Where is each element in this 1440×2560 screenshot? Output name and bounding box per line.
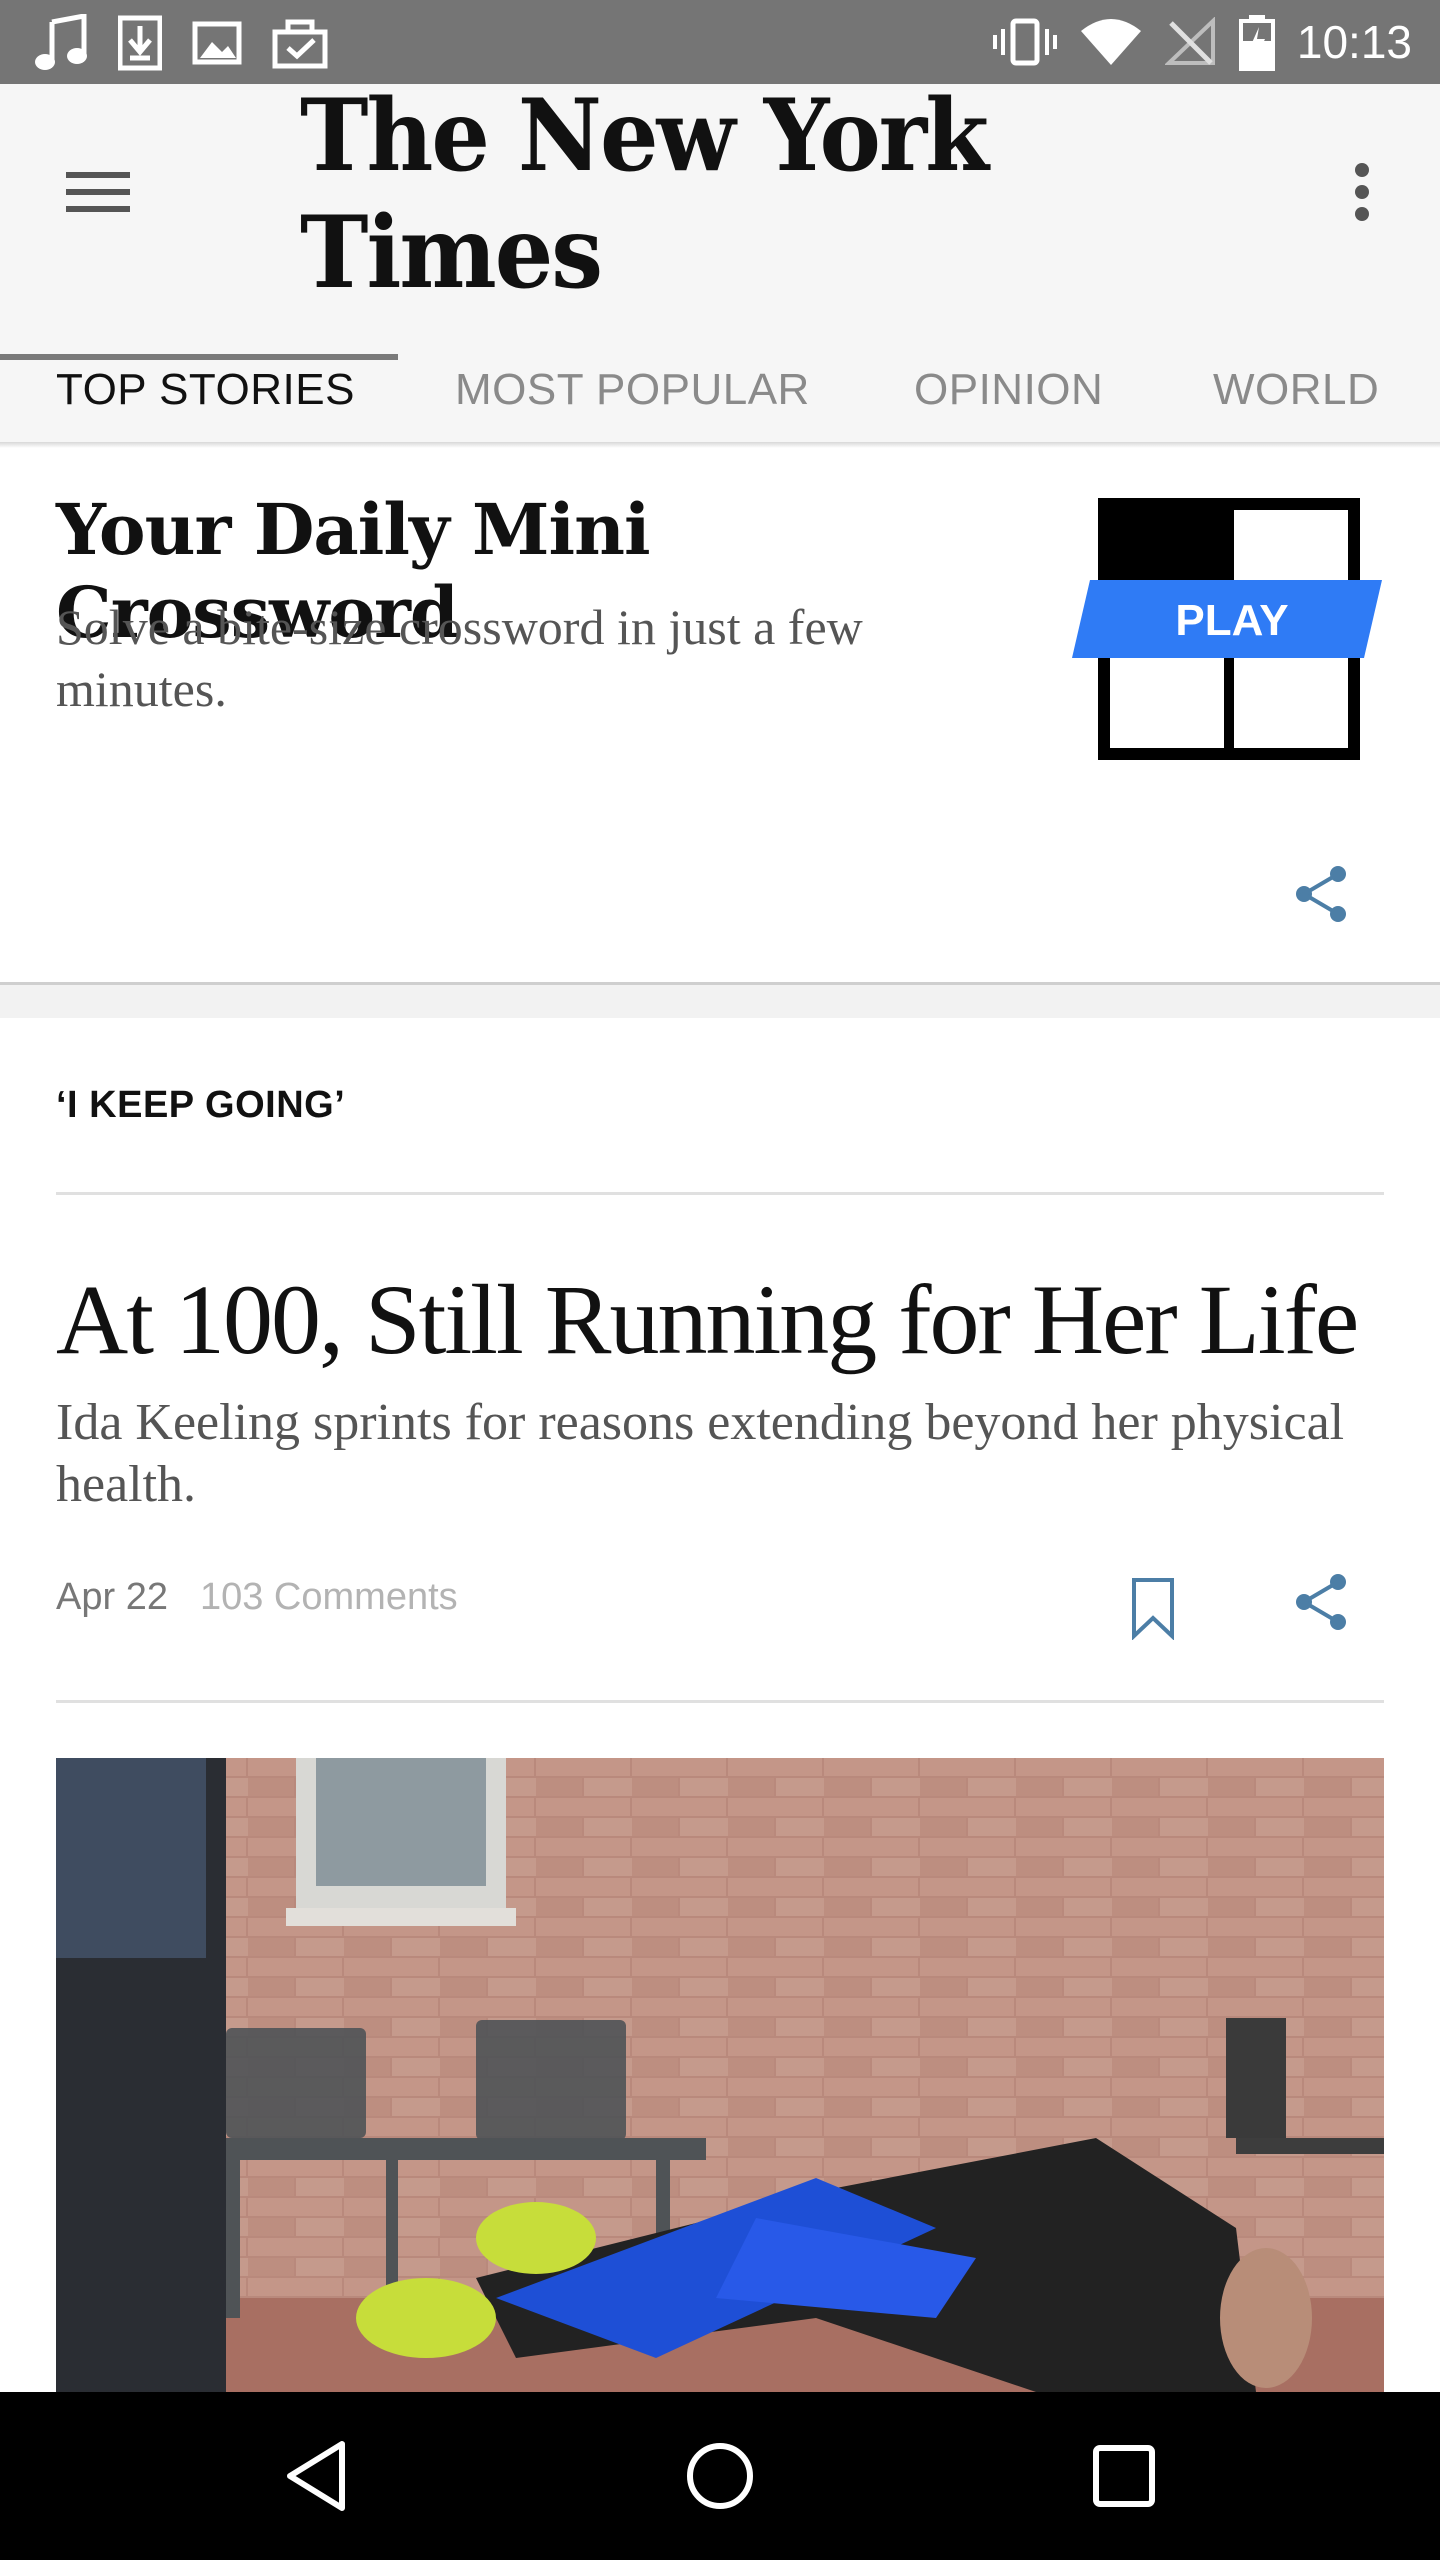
app-bar: The New York Times TOP STORIES MOST POPU… [0,77,1440,442]
article-kicker: ‘I KEEP GOING’ [56,1084,346,1126]
tab-opinion[interactable]: OPINION [914,338,1103,442]
crossword-subtitle: Solve a bite-size crossword in just a fe… [56,599,863,717]
music-note-icon [35,14,87,70]
share-icon[interactable] [1290,1570,1354,1634]
bookmark-icon[interactable] [1130,1576,1176,1640]
tab-world[interactable]: WORLD [1213,338,1379,442]
share-icon[interactable] [1290,862,1354,926]
status-bar: 10:13 [0,0,1440,84]
active-tab-indicator [0,354,398,360]
download-icon [118,15,162,71]
article-meta: Apr 22 103 Comments [56,1576,458,1619]
home-icon[interactable] [680,2436,760,2516]
tab-most-popular[interactable]: MOST POPULAR [455,338,810,442]
battery-icon [1238,15,1275,71]
divider [56,1192,1384,1195]
divider [56,1700,1384,1703]
play-label: PLAY [1175,596,1288,645]
nyt-logo-title: The New York Times [300,77,989,311]
image-icon [192,21,242,65]
comments-link[interactable]: 103 Comments [200,1576,458,1619]
clipboard-check-icon [272,19,328,69]
crossword-play-graphic[interactable]: PLAY [1070,498,1386,764]
article-date: Apr 22 [56,1576,168,1618]
vibrate-icon [992,18,1057,66]
back-icon[interactable] [280,2436,360,2516]
card-divider [0,982,1440,1018]
article-summary: Ida Keeling sprints for reasons extendin… [56,1394,1345,1513]
system-nav-bar [0,2392,1440,2560]
app-bar-shadow [0,442,1440,448]
hamburger-menu-icon[interactable] [56,150,140,234]
article-headline[interactable]: At 100, Still Running for Her Life [56,1262,1416,1377]
more-vert-icon[interactable] [1330,150,1394,234]
clock: 10:13 [1296,16,1412,68]
wifi-icon [1080,19,1141,65]
recent-apps-icon[interactable] [1084,2436,1164,2516]
article-photo[interactable] [56,1758,1384,2392]
system-icons: 10:13 [992,10,1412,74]
no-signal-icon [1164,17,1215,65]
notification-icons [34,14,328,72]
